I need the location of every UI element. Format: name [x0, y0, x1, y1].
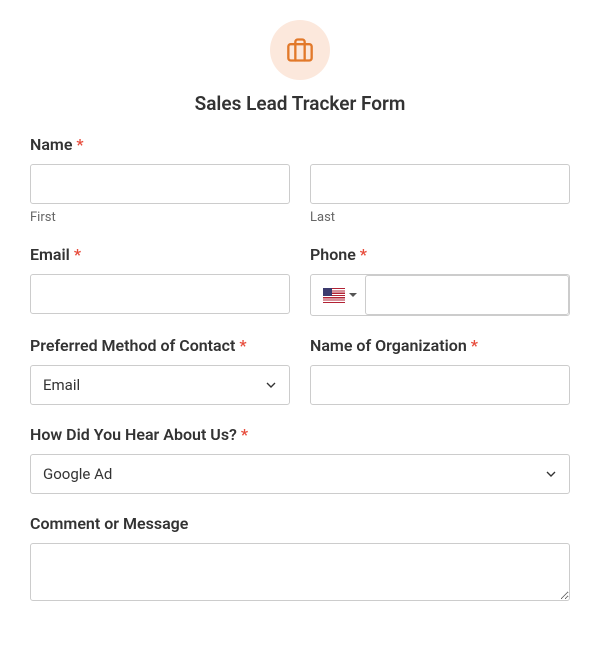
country-selector[interactable]	[311, 288, 365, 303]
form-title: Sales Lead Tracker Form	[30, 92, 570, 115]
required-indicator: *	[76, 135, 83, 154]
first-name-col: First	[30, 164, 290, 225]
comment-field[interactable]	[30, 543, 570, 601]
organization-col: Name of Organization *	[310, 336, 570, 405]
contact-method-select[interactable]: Email	[30, 365, 290, 405]
comment-label: Comment or Message	[30, 514, 570, 533]
last-name-field[interactable]	[310, 164, 570, 204]
hear-about-group: How Did You Hear About Us? * Google Ad	[30, 425, 570, 494]
organization-field[interactable]	[310, 365, 570, 405]
email-field[interactable]	[30, 274, 290, 314]
chevron-down-icon	[349, 293, 357, 297]
hear-about-select[interactable]: Google Ad	[30, 454, 570, 494]
contact-org-row: Preferred Method of Contact * Email Name…	[30, 336, 570, 405]
phone-label: Phone *	[310, 245, 570, 264]
phone-col: Phone *	[310, 245, 570, 316]
required-indicator: *	[360, 245, 367, 264]
email-phone-row: Email * Phone *	[30, 245, 570, 316]
phone-field[interactable]	[365, 275, 569, 315]
phone-input-container	[310, 274, 570, 316]
name-label: Name *	[30, 135, 570, 154]
first-name-sublabel: First	[30, 210, 290, 225]
email-col: Email *	[30, 245, 290, 316]
briefcase-icon	[286, 36, 314, 64]
form-header: Sales Lead Tracker Form	[30, 20, 570, 115]
first-name-field[interactable]	[30, 164, 290, 204]
name-group: Name * First Last	[30, 135, 570, 225]
organization-label: Name of Organization *	[310, 336, 570, 355]
required-indicator: *	[471, 336, 478, 355]
comment-group: Comment or Message	[30, 514, 570, 605]
required-indicator: *	[239, 336, 246, 355]
hear-about-label: How Did You Hear About Us? *	[30, 425, 570, 444]
last-name-col: Last	[310, 164, 570, 225]
contact-method-col: Preferred Method of Contact * Email	[30, 336, 290, 405]
email-label: Email *	[30, 245, 290, 264]
required-indicator: *	[241, 425, 248, 444]
contact-method-label: Preferred Method of Contact *	[30, 336, 290, 355]
us-flag-icon	[323, 288, 345, 303]
name-row: First Last	[30, 164, 570, 225]
last-name-sublabel: Last	[310, 210, 570, 225]
briefcase-icon-container	[270, 20, 330, 80]
required-indicator: *	[74, 245, 81, 264]
